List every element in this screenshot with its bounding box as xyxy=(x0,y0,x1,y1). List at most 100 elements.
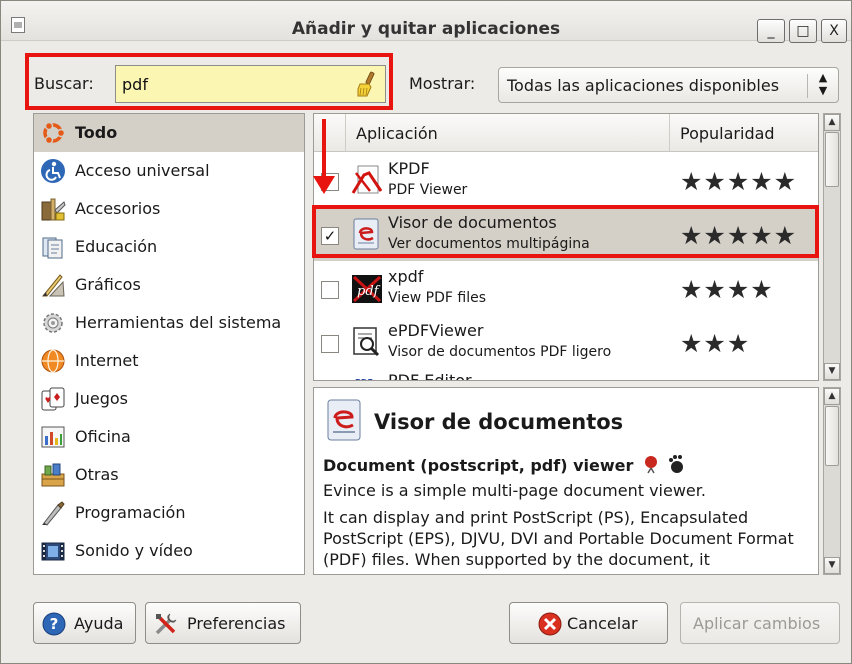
clear-brush-icon[interactable] xyxy=(355,71,379,97)
games-icon xyxy=(41,387,65,411)
programming-icon xyxy=(42,501,65,526)
table-header-checkbox xyxy=(314,114,346,152)
column-header-application[interactable]: Aplicación xyxy=(346,114,670,152)
category-item-acceso-universal[interactable]: Acceso universal xyxy=(34,152,304,190)
evince-icon xyxy=(353,218,379,250)
category-item-educacion[interactable]: Educación xyxy=(34,228,304,266)
office-icon xyxy=(41,426,65,448)
popularity-stars: ★★★★★ xyxy=(680,221,798,250)
column-header-popularity[interactable]: Popularidad xyxy=(670,114,818,152)
category-label: Todo xyxy=(75,123,118,142)
install-checkbox[interactable]: ✓ xyxy=(321,227,339,245)
category-item-accesorios[interactable]: Accesorios xyxy=(34,190,304,228)
show-filter-select[interactable]: Todas las aplicaciones disponibles ▲ ▼ xyxy=(498,67,839,103)
scroll-up-arrow-icon[interactable]: ▲ xyxy=(824,114,840,131)
cancel-button-label: Cancelar xyxy=(567,614,638,633)
select-separator xyxy=(807,74,808,98)
category-list: Todo Acceso universal Accesorios Educaci… xyxy=(33,113,305,575)
app-description: View PDF files xyxy=(388,290,487,306)
category-item-otras[interactable]: Otras xyxy=(34,456,304,494)
help-icon: ? xyxy=(42,612,66,636)
scroll-up-arrow-icon[interactable]: ▲ xyxy=(824,388,840,405)
pdf-editor-icon: PDF xyxy=(355,378,373,381)
show-label: Mostrar: xyxy=(409,74,476,93)
popularity-stars: ★★★★★ xyxy=(680,167,798,196)
ubuntu-logo-icon xyxy=(43,121,66,145)
app-name: Visor de documentos xyxy=(388,213,557,232)
annotation-arrow xyxy=(322,119,326,179)
category-label: Sonido y vídeo xyxy=(75,541,193,560)
category-label: Oficina xyxy=(75,427,131,446)
description-subtitle: Document (postscript, pdf) viewer xyxy=(323,454,685,475)
scrollbar-thumb[interactable] xyxy=(825,132,839,187)
help-button-label: Ayuda xyxy=(74,614,124,633)
description-title: Visor de documentos xyxy=(374,410,624,434)
svg-text:?: ? xyxy=(50,615,59,633)
tools-icon xyxy=(155,613,177,635)
popularity-stars: ★★★★ xyxy=(680,275,774,304)
svg-text:PDF: PDF xyxy=(355,378,373,381)
apply-changes-button[interactable]: Aplicar cambios xyxy=(680,602,840,644)
education-icon xyxy=(42,237,63,259)
maximize-button[interactable]: □ xyxy=(789,19,817,43)
category-item-graficos[interactable]: Gráficos xyxy=(34,266,304,304)
category-item-sonido-y-video[interactable]: Sonido y vídeo xyxy=(34,532,304,570)
scrollbar-thumb[interactable] xyxy=(825,406,839,466)
app-row-epdfviewer[interactable]: ePDFViewer Visor de documentos PDF liger… xyxy=(314,315,818,369)
category-label: Gráficos xyxy=(75,275,141,294)
description-subtitle-text: Document (postscript, pdf) viewer xyxy=(323,456,634,475)
apply-changes-button-label: Aplicar cambios xyxy=(693,614,821,633)
app-description: Visor de documentos PDF ligero xyxy=(388,344,612,360)
support-badge-icon xyxy=(644,456,657,474)
cancel-icon xyxy=(538,612,562,636)
app-name: ePDFViewer xyxy=(388,321,484,340)
popularity-stars: ★★★ xyxy=(680,329,751,358)
install-checkbox[interactable] xyxy=(321,335,339,353)
category-item-oficina[interactable]: Oficina xyxy=(34,418,304,456)
app-row-pdf-editor[interactable]: PDF PDF Editor xyxy=(314,369,818,381)
other-icon xyxy=(41,463,65,487)
evince-large-icon xyxy=(327,399,361,441)
app-name: PDF Editor xyxy=(388,371,472,381)
app-row-kpdf[interactable]: KPDF PDF Viewer ★★★★★ xyxy=(314,153,818,207)
description-text: Evince is a simple multi-page document v… xyxy=(323,481,706,500)
search-input[interactable] xyxy=(115,65,386,103)
sound-video-icon xyxy=(41,542,65,561)
svg-text:pdf: pdf xyxy=(357,284,381,299)
description-scrollbar[interactable]: ▲ ▼ xyxy=(823,387,841,575)
app-row-visor-de-documentos[interactable]: ✓ Visor de documentos Ver documentos mul… xyxy=(314,207,818,261)
graphics-icon xyxy=(41,274,65,297)
category-label: Educación xyxy=(75,237,158,256)
xpdf-icon: pdf xyxy=(352,275,382,303)
category-label: Internet xyxy=(75,351,139,370)
preferences-button[interactable]: Preferencias xyxy=(145,602,301,644)
updown-arrows-icon: ▲ ▼ xyxy=(818,71,828,97)
cancel-button[interactable]: Cancelar xyxy=(509,602,668,644)
accessories-icon xyxy=(41,198,66,221)
close-button[interactable]: X xyxy=(821,19,847,43)
minimize-button[interactable]: _ xyxy=(757,19,785,43)
title-bar: Añadir y quitar aplicaciones _ □ X xyxy=(1,1,851,43)
column-header-label: Aplicación xyxy=(356,124,438,143)
category-label: Programación xyxy=(75,503,186,522)
category-item-programacion[interactable]: Programación xyxy=(34,494,304,532)
accessibility-icon xyxy=(41,159,65,183)
help-button[interactable]: ? Ayuda xyxy=(33,602,136,644)
applications-table: Aplicación Popularidad KPDF PDF Viewer ★… xyxy=(313,113,819,381)
scroll-down-arrow-icon[interactable]: ▼ xyxy=(824,363,840,380)
category-item-juegos[interactable]: Juegos xyxy=(34,380,304,418)
search-label: Buscar: xyxy=(34,74,94,93)
annotation-arrow-head xyxy=(313,176,335,194)
internet-icon xyxy=(41,349,65,373)
applications-scrollbar[interactable]: ▲ ▼ xyxy=(823,113,841,381)
install-checkbox[interactable] xyxy=(321,281,339,299)
add-remove-applications-window: Añadir y quitar aplicaciones _ □ X Busca… xyxy=(0,0,852,664)
app-row-xpdf[interactable]: pdf xpdf View PDF files ★★★★ xyxy=(314,261,818,315)
category-label: Acceso universal xyxy=(75,161,210,180)
category-label: Juegos xyxy=(75,389,128,408)
scroll-down-arrow-icon[interactable]: ▼ xyxy=(824,557,840,574)
description-panel: Visor de documentos Document (postscript… xyxy=(313,387,819,575)
category-item-internet[interactable]: Internet xyxy=(34,342,304,380)
category-item-todo[interactable]: Todo xyxy=(34,114,304,152)
category-item-herramientas-del-sistema[interactable]: Herramientas del sistema xyxy=(34,304,304,342)
